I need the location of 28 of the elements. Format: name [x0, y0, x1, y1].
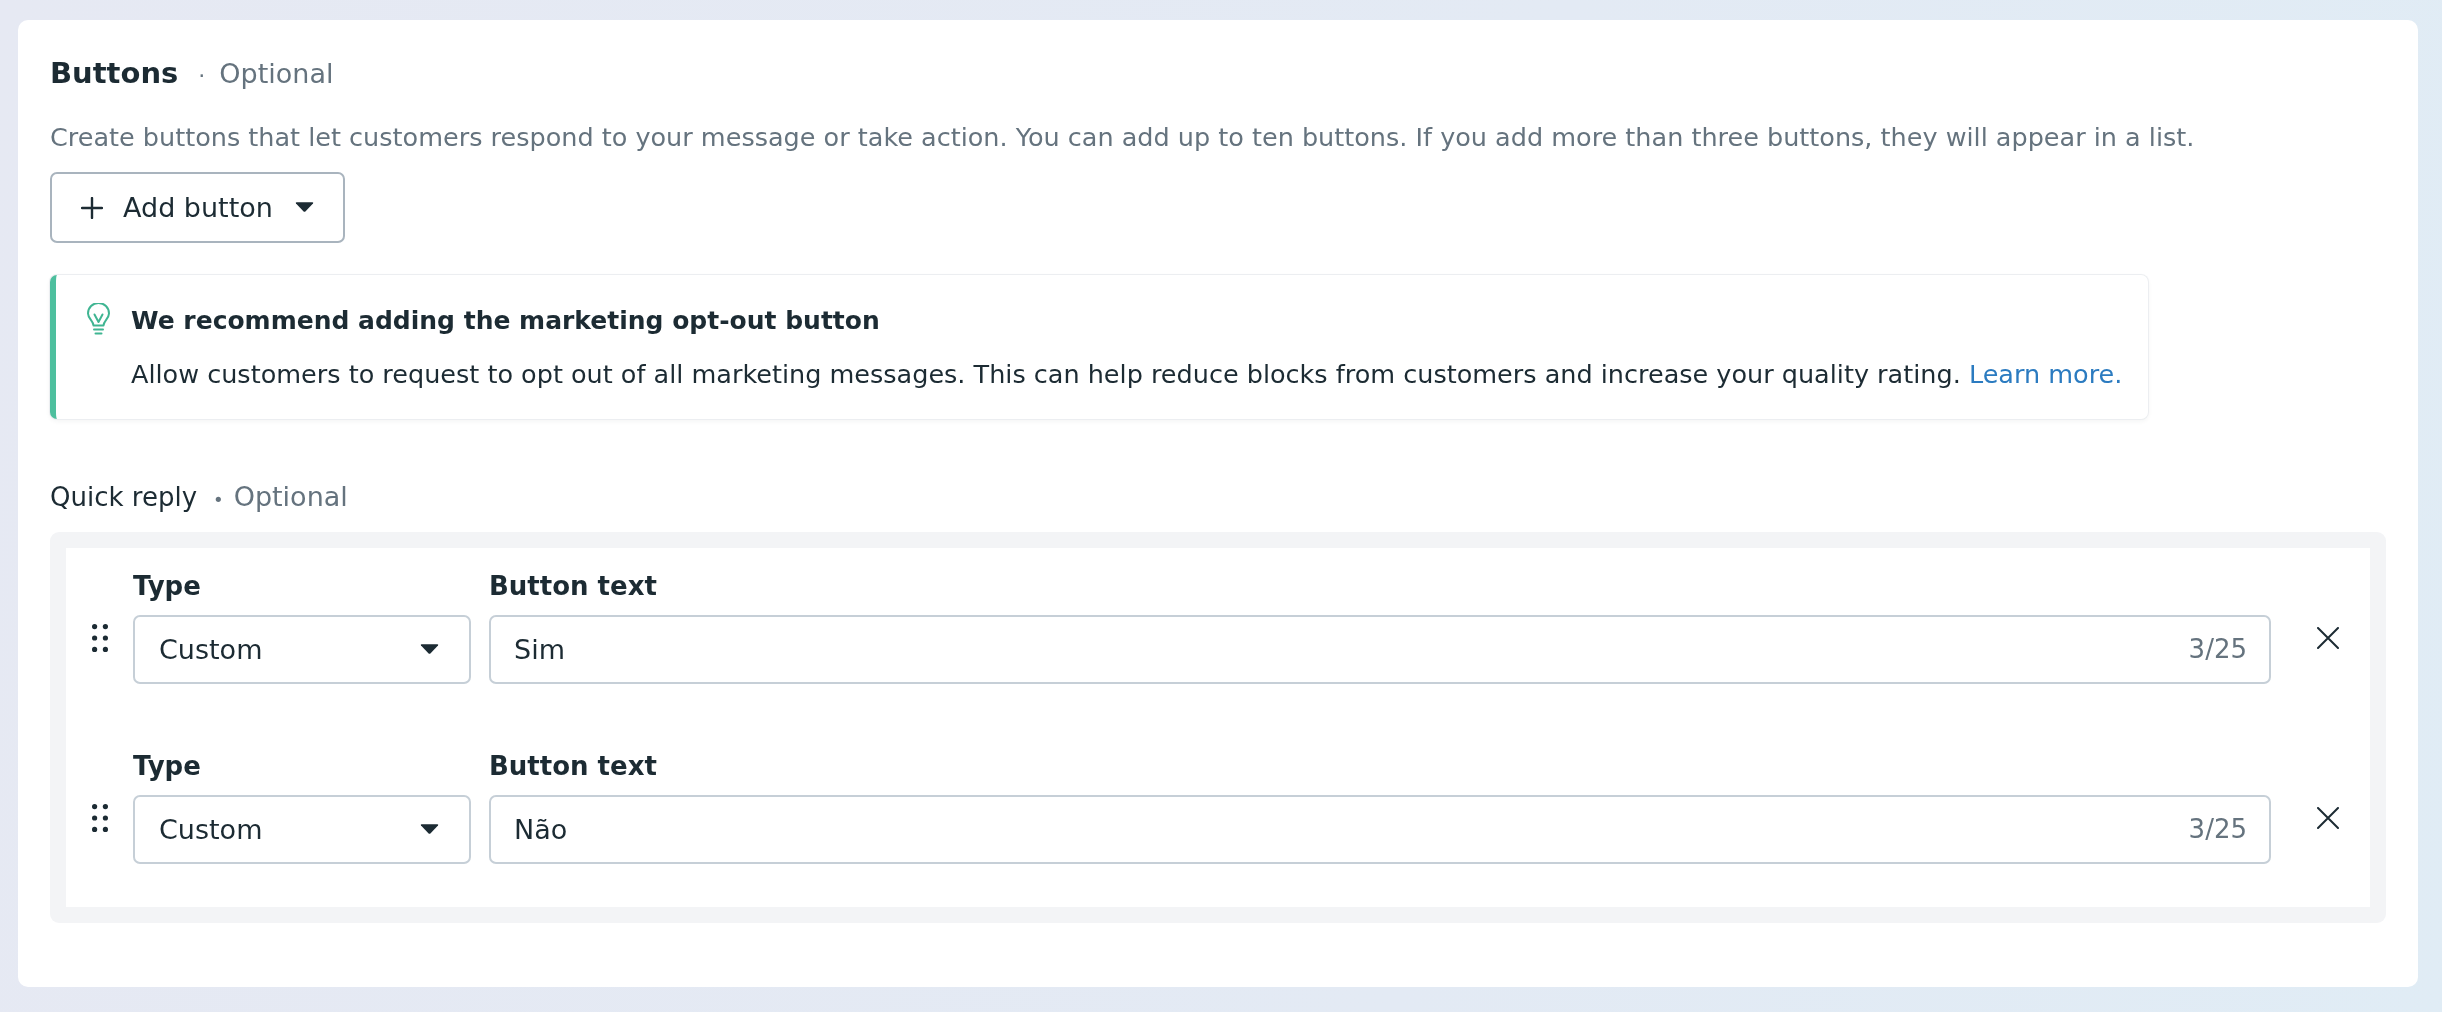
field-label: Type — [133, 570, 201, 603]
character-counter: 3/25 — [2188, 813, 2247, 846]
drag-handle-icon[interactable] — [92, 804, 108, 832]
type-dropdown[interactable]: Custom — [133, 615, 471, 684]
field-label: Type — [133, 750, 201, 783]
separator-dot: • — [213, 488, 224, 512]
close-icon[interactable] — [2317, 807, 2339, 829]
type-dropdown[interactable]: Custom — [133, 795, 471, 864]
lightbulb-icon — [86, 303, 111, 337]
character-counter: 3/25 — [2188, 633, 2247, 666]
drag-handle-icon[interactable] — [92, 624, 108, 652]
separator-dot: · — [198, 62, 206, 90]
plus-icon — [81, 196, 103, 219]
field-label: Button text — [489, 570, 657, 603]
quick-reply-title: Quick reply — [50, 481, 197, 514]
learn-more-link[interactable]: Learn more. — [1968, 359, 2123, 389]
callout-body: Allow customers to request to opt out of all marketing messages. This can help reduce blocks from customers and increase your quality rating. Learn more. — [131, 358, 2123, 391]
caret-icon — [420, 824, 439, 835]
caret-icon — [420, 644, 439, 655]
caret-icon — [294, 202, 314, 213]
optional-label: Optional — [219, 57, 334, 91]
field-label: Button text — [489, 750, 657, 783]
section-description: Create buttons that let customers respond to your message or take action. You can add up to ten buttons. If you add more than three buttons, they will appear in a list. — [50, 121, 2196, 154]
callout-title: We recommend adding the marketing opt-out button — [131, 305, 881, 337]
close-icon[interactable] — [2317, 627, 2339, 649]
add-button[interactable]: Add button — [50, 172, 345, 243]
optional-label: Optional — [233, 480, 348, 514]
section-title: Buttons — [50, 55, 179, 92]
